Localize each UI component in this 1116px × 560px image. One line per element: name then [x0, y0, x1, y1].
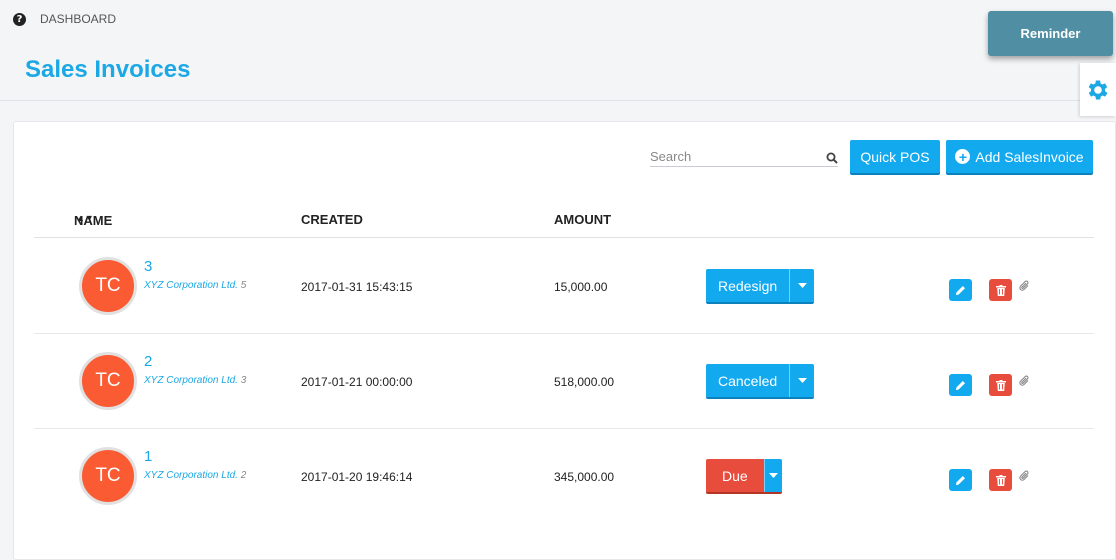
invoice-number-link[interactable]: 1: [144, 448, 152, 465]
avatar: TC: [79, 447, 137, 505]
trash-icon: [995, 379, 1006, 391]
search-input[interactable]: [650, 149, 818, 164]
page-title: Sales Invoices: [25, 56, 191, 83]
caret-down-icon[interactable]: [789, 364, 815, 397]
sort-icon[interactable]: ▲▼: [76, 213, 94, 223]
quick-pos-label: Quick POS: [860, 148, 930, 165]
invoice-amount: 345,000.00: [554, 470, 615, 484]
add-sales-invoice-button[interactable]: + Add SalesInvoice: [946, 140, 1093, 173]
status-label[interactable]: Canceled: [706, 364, 790, 397]
delete-button[interactable]: [989, 374, 1012, 396]
created-date: 2017-01-31 15:43:15: [301, 280, 413, 294]
caret-down-icon[interactable]: [763, 459, 782, 492]
settings-toggle[interactable]: [1080, 63, 1116, 116]
company-count: 5: [240, 280, 247, 291]
status-label[interactable]: Due: [706, 459, 764, 492]
search-box: [650, 148, 838, 167]
company-link[interactable]: XYZ Corporation Ltd. 3: [144, 375, 246, 386]
company-name: XYZ Corporation Ltd.: [144, 470, 238, 481]
invoice-number-link[interactable]: 3: [144, 258, 152, 275]
paperclip-icon[interactable]: [1019, 280, 1030, 292]
company-link[interactable]: XYZ Corporation Ltd. 2: [144, 470, 246, 481]
column-created: CREATED: [301, 212, 363, 227]
invoice-number-link[interactable]: 2: [144, 353, 152, 370]
delete-button[interactable]: [989, 279, 1012, 301]
column-amount: AMOUNT: [554, 212, 612, 227]
created-date: 2017-01-21 00:00:00: [301, 375, 413, 389]
table-row: TC 2 XYZ Corporation Ltd. 3 2017-01-21 0…: [34, 334, 1094, 429]
gear-icon: [1088, 79, 1108, 100]
table-header: NAME ▲▼ CREATED AMOUNT: [34, 211, 1094, 238]
pencil-icon: [955, 285, 965, 295]
status-label[interactable]: Redesign: [706, 269, 790, 302]
company-count: 2: [240, 470, 247, 481]
page-header: ? DASHBOARD Sales Invoices: [0, 0, 1116, 101]
plus-circle-icon: +: [955, 149, 971, 164]
avatar: TC: [79, 257, 137, 315]
company-name: XYZ Corporation Ltd.: [144, 280, 238, 291]
table-row: TC 3 XYZ Corporation Ltd. 5 2017-01-31 1…: [34, 239, 1094, 334]
company-link[interactable]: XYZ Corporation Ltd. 5: [144, 280, 246, 291]
status-dropdown[interactable]: Redesign: [706, 269, 815, 302]
help-icon[interactable]: ?: [13, 12, 26, 26]
status-dropdown[interactable]: Canceled: [706, 364, 815, 397]
paperclip-icon[interactable]: [1019, 470, 1030, 482]
delete-button[interactable]: [989, 469, 1012, 491]
invoice-amount: 15,000.00: [554, 280, 608, 294]
edit-button[interactable]: [949, 279, 972, 301]
table-row: TC 1 XYZ Corporation Ltd. 2 2017-01-20 1…: [34, 429, 1094, 524]
pencil-icon: [955, 380, 965, 390]
search-icon[interactable]: [826, 152, 838, 164]
company-name: XYZ Corporation Ltd.: [144, 375, 238, 386]
invoices-panel: Quick POS + Add SalesInvoice NAME▲▼ CREA…: [13, 121, 1116, 560]
quick-pos-button[interactable]: Quick POS: [850, 140, 940, 173]
breadcrumb: ? DASHBOARD: [13, 12, 116, 26]
breadcrumb-dashboard[interactable]: DASHBOARD: [40, 12, 116, 26]
edit-button[interactable]: [949, 469, 972, 491]
add-sales-invoice-label: Add SalesInvoice: [975, 148, 1084, 165]
pencil-icon: [955, 475, 965, 485]
invoice-amount: 518,000.00: [554, 375, 615, 389]
created-date: 2017-01-20 19:46:14: [301, 470, 413, 484]
edit-button[interactable]: [949, 374, 972, 396]
company-count: 3: [240, 375, 247, 386]
caret-down-icon[interactable]: [789, 269, 815, 302]
trash-icon: [995, 284, 1006, 296]
paperclip-icon[interactable]: [1019, 375, 1030, 387]
avatar: TC: [79, 352, 137, 410]
reminder-button[interactable]: Reminder: [988, 11, 1113, 56]
trash-icon: [995, 474, 1006, 486]
status-dropdown[interactable]: Due: [706, 459, 782, 492]
